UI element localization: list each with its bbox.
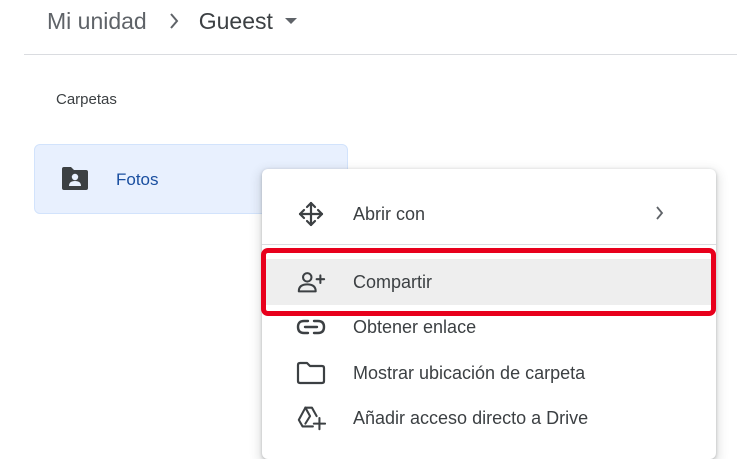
- menu-divider: [262, 244, 716, 245]
- link-icon: [296, 313, 326, 341]
- breadcrumb-root[interactable]: Mi unidad: [47, 8, 147, 35]
- breadcrumb-current[interactable]: Gueest: [199, 8, 273, 35]
- menu-item-label: Abrir con: [353, 204, 426, 224]
- menu-item-label: Mostrar ubicación de carpeta: [353, 363, 586, 383]
- caret-down-icon[interactable]: [284, 17, 297, 25]
- menu-item-label: Compartir: [353, 272, 433, 292]
- section-label: Carpetas: [56, 91, 117, 108]
- menu-item-open-with[interactable]: Abrir con: [262, 191, 716, 237]
- move-arrows-icon: [296, 200, 326, 228]
- menu-item-label: Añadir acceso directo a Drive: [353, 408, 589, 428]
- header-divider: [24, 54, 737, 55]
- menu-item-share[interactable]: Compartir: [262, 259, 716, 305]
- menu-item-show-location[interactable]: Mostrar ubicación de carpeta: [262, 350, 716, 396]
- chevron-right-icon: [169, 13, 179, 29]
- menu-item-get-link[interactable]: Obtener enlace: [262, 304, 716, 350]
- breadcrumb: Mi unidad Gueest: [47, 6, 297, 36]
- context-menu: Abrir con Compartir Obtener enlace Mostr…: [262, 169, 716, 459]
- person-add-icon: [296, 268, 326, 296]
- shared-folder-icon: [60, 166, 90, 197]
- chevron-right-icon: [655, 206, 664, 225]
- menu-item-add-shortcut[interactable]: Añadir acceso directo a Drive: [262, 395, 716, 441]
- drive-add-shortcut-icon: [296, 404, 326, 432]
- folder-name: Fotos: [116, 170, 159, 189]
- folder-outline-icon: [296, 359, 326, 387]
- menu-item-label: Obtener enlace: [353, 317, 477, 337]
